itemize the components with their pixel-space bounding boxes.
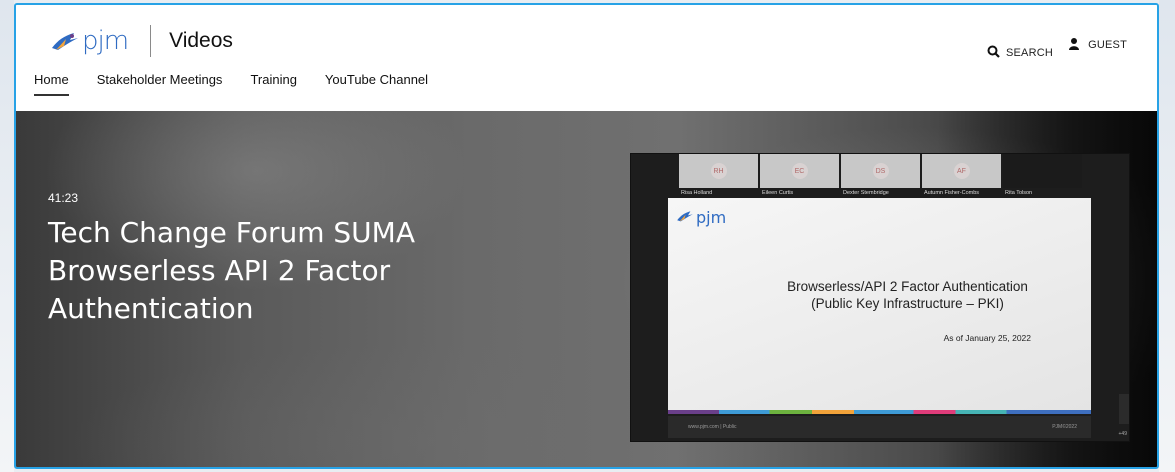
background-right (1159, 0, 1175, 472)
pjm-logo-icon (50, 30, 80, 52)
presentation-slide: pjm Browserless/API 2 Factor Authenticat… (668, 198, 1091, 414)
site-logo[interactable]: pjm Videos (50, 25, 233, 57)
side-panel-strip (1119, 394, 1129, 424)
slide-logo-text: pjm (696, 208, 727, 227)
slide-title-line1: Browserless/API 2 Factor Authentication (787, 279, 1028, 294)
participant-name: Dexter Stembridge (843, 190, 889, 196)
participant-name: Eileen Curtis (762, 190, 794, 196)
background-left (0, 0, 14, 472)
logo-divider (150, 25, 152, 57)
slide-footer: www.pjm.com | Public PJM©2022 (668, 416, 1091, 438)
participant-strip: RH EC DS AF (679, 154, 1084, 188)
main-nav: Home Stakeholder Meetings Training YouTu… (34, 72, 456, 96)
footer-left-text: www.pjm.com | Public (688, 424, 737, 430)
slide-logo: pjm (676, 208, 726, 227)
avatar: AF (953, 163, 970, 179)
video-thumbnail[interactable]: RH EC DS AF Risa Holland Eileen Curtis D… (630, 153, 1130, 442)
avatar: EC (791, 163, 808, 179)
slide-color-bar (668, 410, 1091, 414)
more-participants-count: +49 (1118, 431, 1127, 437)
guest-label: GUEST (1088, 38, 1127, 51)
footer-right-text: PJM©2022 (1052, 424, 1077, 430)
avatar: DS (872, 163, 889, 179)
nav-home[interactable]: Home (34, 72, 69, 96)
nav-youtube-channel[interactable]: YouTube Channel (325, 72, 428, 96)
video-duration: 41:23 (48, 191, 79, 205)
search-icon (987, 43, 1000, 62)
browser-frame: pjm Videos SEARCH GUEST Home Stakeholder… (14, 3, 1159, 469)
participant-tile: AF (922, 154, 1001, 188)
nav-training[interactable]: Training (250, 72, 296, 96)
participant-name: Rita Tolson (1005, 190, 1033, 196)
search-label: SEARCH (1005, 46, 1053, 59)
pjm-logo-icon (676, 208, 694, 227)
user-icon (1069, 35, 1080, 54)
guest-account-button[interactable]: GUEST (1069, 35, 1127, 54)
slide-title: Browserless/API 2 Factor Authentication … (668, 278, 1091, 312)
slide-title-line2: (Public Key Infrastructure – PKI) (811, 296, 1004, 311)
nav-stakeholder-meetings[interactable]: Stakeholder Meetings (97, 72, 223, 96)
search-button[interactable]: SEARCH (987, 43, 1053, 62)
page-title: Videos (169, 29, 233, 52)
avatar: RH (710, 163, 727, 179)
slide-date: As of January 25, 2022 (943, 333, 1031, 343)
participant-tile: DS (841, 154, 920, 188)
site-header: pjm Videos SEARCH GUEST Home Stakeholder… (16, 5, 1157, 111)
featured-video-hero[interactable]: 41:23 Tech Change Forum SUMA Browserless… (16, 111, 1157, 467)
participant-tile: RH (679, 154, 758, 188)
participant-name: Autumn Fisher-Combs (924, 190, 980, 196)
logo-text: pjm (82, 26, 129, 56)
participant-tile: EC (760, 154, 839, 188)
video-title[interactable]: Tech Change Forum SUMA Browserless API 2… (48, 214, 508, 328)
participant-tile (1003, 154, 1082, 188)
participant-name: Risa Holland (681, 190, 713, 196)
participant-names: Risa Holland Eileen Curtis Dexter Stembr… (679, 190, 1084, 196)
